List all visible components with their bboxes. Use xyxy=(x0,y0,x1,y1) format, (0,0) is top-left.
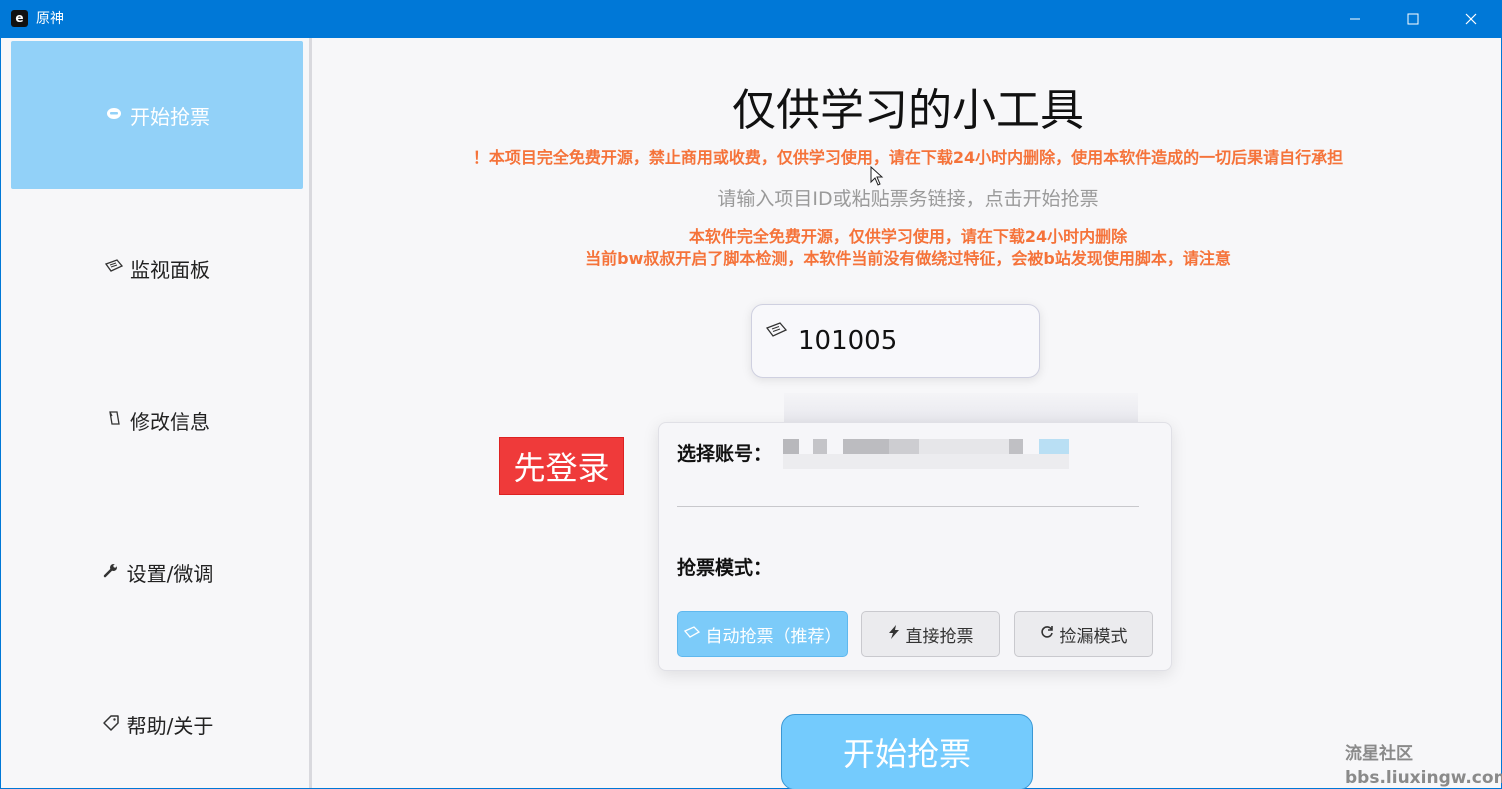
warning-notice: 本软件完全免费开源，仅供学习使用，请在下载24小时内删除 当前bw叔叔开启了脚本… xyxy=(315,226,1501,270)
sidebar-item-help[interactable]: 帮助/关于 xyxy=(11,650,303,789)
mouse-cursor-icon xyxy=(870,166,884,186)
ticket-options-card: 选择账号： 抢票模式： 自动抢票（推荐） 直接抢票 捡漏模式 xyxy=(658,422,1172,671)
sidebar-item-edit-info[interactable]: 修改信息 xyxy=(11,346,303,494)
ticket-icon xyxy=(683,625,700,643)
project-id-input[interactable] xyxy=(798,323,1028,359)
leak-mode-button[interactable]: 捡漏模式 xyxy=(1014,611,1153,657)
input-hint: 请输入项目ID或粘贴票务链接，点击开始抢票 xyxy=(717,188,1099,210)
mode-label-direct: 直接抢票 xyxy=(905,626,974,647)
page-title: 仅供学习的小工具 xyxy=(732,85,1084,136)
minimize-icon xyxy=(1350,18,1360,20)
wrench-icon xyxy=(101,562,121,582)
close-icon xyxy=(1465,13,1477,25)
maximize-icon xyxy=(1407,13,1419,25)
lightning-icon xyxy=(888,625,900,643)
app-logo-icon: e xyxy=(11,10,28,27)
sidebar-item-label: 设置/微调 xyxy=(126,561,214,586)
divider xyxy=(677,506,1139,507)
blurred-area xyxy=(784,393,1138,423)
watermark: 流星社区 bbs.liuxingw.com xyxy=(1345,742,1502,789)
refresh-icon xyxy=(1040,625,1054,643)
account-selector[interactable] xyxy=(783,439,1073,469)
sidebar: 开始抢票 监视面板 修改信息 设置/微调 帮助/关于 xyxy=(1,38,312,788)
edit-icon xyxy=(104,410,124,430)
sidebar-item-monitor[interactable]: 监视面板 xyxy=(11,194,303,342)
mode-label-leak: 捡漏模式 xyxy=(1059,626,1128,647)
sidebar-item-start[interactable]: 开始抢票 xyxy=(11,41,303,189)
start-button[interactable]: 开始抢票 xyxy=(781,714,1033,789)
account-label: 选择账号： xyxy=(677,443,773,465)
sidebar-item-settings[interactable]: 设置/微调 xyxy=(11,498,303,646)
watermark-line: bbs.liuxingw.com xyxy=(1345,768,1502,788)
sidebar-item-label: 帮助/关于 xyxy=(126,713,214,738)
warning-line: 本软件完全免费开源，仅供学习使用，请在下载24小时内删除 xyxy=(688,227,1128,246)
ticket-icon xyxy=(765,321,788,343)
tag-icon xyxy=(101,714,121,734)
project-id-field[interactable] xyxy=(751,304,1040,378)
window-title: 原神 xyxy=(36,11,64,27)
direct-mode-button[interactable]: 直接抢票 xyxy=(861,611,1000,657)
ticket-icon xyxy=(104,258,124,278)
main-panel: 仅供学习的小工具 ！本项目完全免费开源，禁止商用或收费，仅供学习使用，请在下载2… xyxy=(315,38,1502,789)
close-button[interactable] xyxy=(1442,0,1500,38)
sidebar-item-label: 开始抢票 xyxy=(130,104,210,129)
disclaimer-text: ！本项目完全免费开源，禁止商用或收费，仅供学习使用，请在下载24小时内删除，使用… xyxy=(472,148,1344,167)
sidebar-item-label: 监视面板 xyxy=(130,257,210,282)
auto-mode-button[interactable]: 自动抢票（推荐） xyxy=(677,611,848,657)
watermark-line: 流星社区 xyxy=(1345,744,1413,764)
mode-label: 抢票模式： xyxy=(677,557,773,579)
warning-line: 当前bw叔叔开启了脚本检测，本软件当前没有做绕过特征，会被b站发现使用脚本，请注… xyxy=(585,249,1231,268)
minimize-button[interactable] xyxy=(1326,0,1384,38)
login-button[interactable]: 先登录 xyxy=(499,437,624,495)
mode-label-auto: 自动抢票（推荐） xyxy=(705,626,842,647)
title-bar[interactable]: e 原神 xyxy=(0,0,1502,38)
maximize-button[interactable] xyxy=(1384,0,1442,38)
sidebar-item-label: 修改信息 xyxy=(130,409,210,434)
robot-icon xyxy=(104,105,124,125)
